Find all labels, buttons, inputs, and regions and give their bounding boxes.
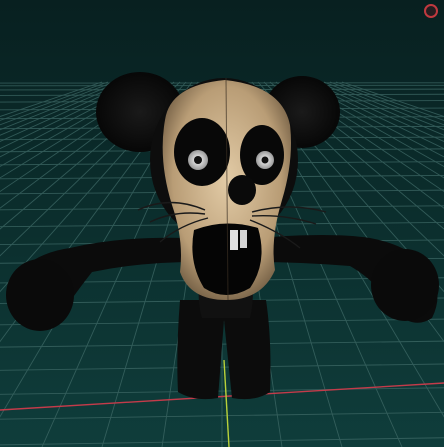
3d-viewport[interactable] [0,0,444,447]
nose [228,175,256,205]
left-hand [6,259,74,331]
right-pupil [261,156,269,164]
tooth-right [240,230,247,248]
left-pupil [194,156,202,164]
close-icon[interactable] [424,4,438,18]
tooth-left [230,230,238,250]
scene-canvas[interactable] [0,0,444,447]
right-hand [371,249,439,321]
